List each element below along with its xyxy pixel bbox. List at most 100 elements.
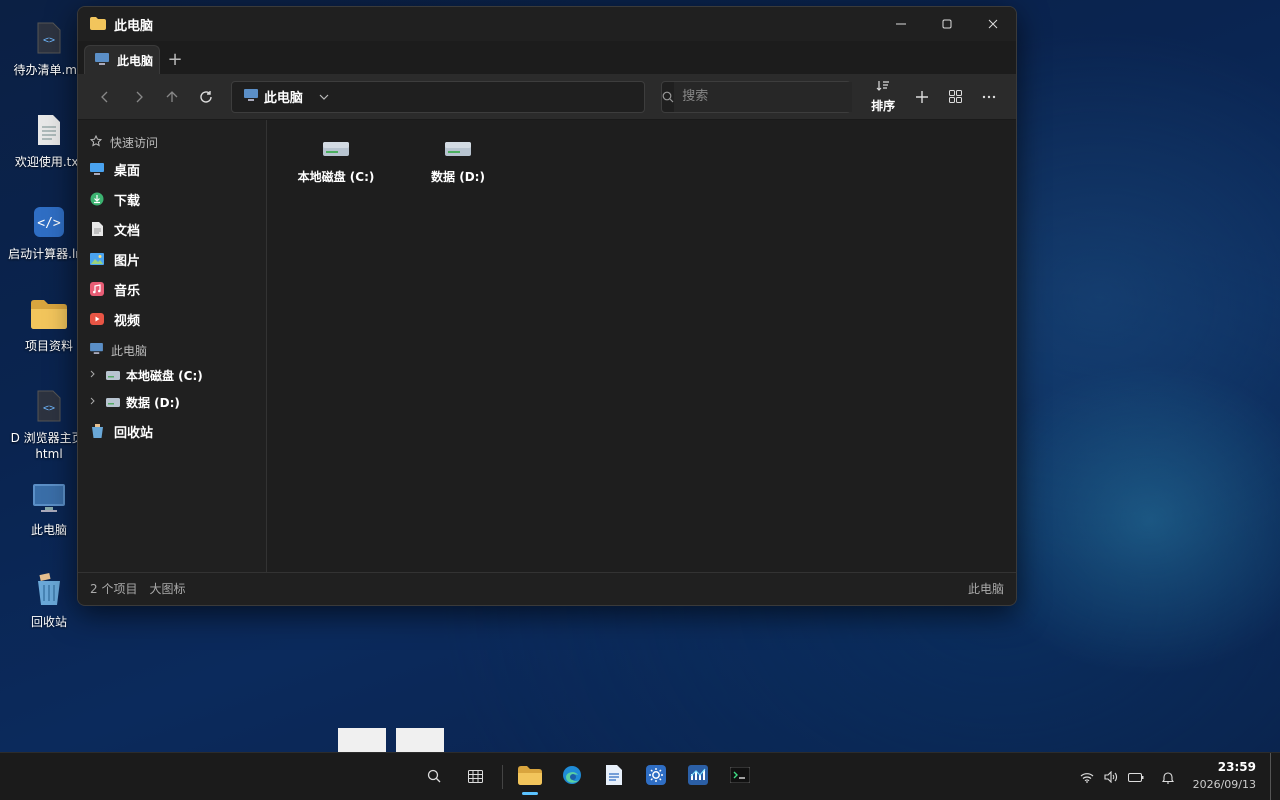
chevron-down-icon[interactable] bbox=[319, 90, 329, 103]
search-icon bbox=[427, 768, 441, 787]
window-title: 此电脑 bbox=[114, 18, 154, 34]
sort-icon bbox=[876, 80, 890, 95]
this-pc-header[interactable]: 此电脑 bbox=[78, 338, 266, 362]
sidebar-item-downloads[interactable]: 下载 bbox=[78, 184, 266, 214]
sidebar-item-label: 下载 bbox=[114, 193, 141, 209]
search-icon bbox=[662, 91, 674, 103]
file-explorer-window: 此电脑 此电脑 + 此电脑 搜索 排序 快速访问 桌面 下载 文档 图片 音乐 … bbox=[77, 6, 1017, 606]
search-box[interactable] bbox=[661, 80, 853, 113]
taskbar-edge[interactable] bbox=[556, 761, 588, 793]
folder-icon bbox=[90, 15, 106, 34]
title-bar[interactable]: 此电脑 bbox=[78, 7, 1016, 41]
svg-text:<>: <> bbox=[43, 403, 55, 414]
volume-icon[interactable] bbox=[1104, 753, 1118, 800]
view-mode: 大图标 bbox=[149, 582, 186, 596]
sidebar-item-label: 文档 bbox=[114, 223, 141, 239]
taskbar: 23:59 2026/09/13 bbox=[0, 752, 1280, 800]
maximize-button[interactable] bbox=[924, 7, 970, 41]
close-button[interactable] bbox=[970, 7, 1016, 41]
system-clock[interactable]: 23:59 2026/09/13 bbox=[1186, 759, 1256, 793]
tab-this-pc[interactable]: 此电脑 bbox=[84, 45, 160, 74]
download-icon bbox=[90, 192, 104, 206]
more-options-button[interactable] bbox=[972, 80, 1006, 114]
document-icon bbox=[90, 222, 104, 236]
quick-access-label: 快速访问 bbox=[110, 135, 159, 150]
file-list-area[interactable]: 本地磁盘 (C:) 数据 (D:) bbox=[267, 120, 1016, 572]
notification-bell-icon[interactable] bbox=[1162, 753, 1174, 800]
show-desktop-button[interactable] bbox=[1270, 753, 1280, 800]
item-count: 2 个项目 bbox=[90, 582, 138, 596]
sidebar-item-videos[interactable]: 视频 bbox=[78, 304, 266, 334]
folder-icon bbox=[29, 294, 69, 334]
drive-icon bbox=[106, 369, 120, 383]
sidebar-item-music[interactable]: 音乐 bbox=[78, 274, 266, 304]
status-bar: 2 个项目 大图标 此电脑 bbox=[78, 572, 1016, 604]
code-file-icon: <> bbox=[29, 386, 69, 426]
code-file-icon: <> bbox=[29, 18, 69, 58]
address-text: 此电脑 bbox=[263, 91, 303, 106]
text-file-icon bbox=[29, 110, 69, 150]
sidebar-item-label: 回收站 bbox=[114, 425, 154, 441]
drive-label: 数据 (D:) bbox=[431, 170, 485, 184]
status-location: 此电脑 bbox=[967, 582, 1004, 596]
active-indicator bbox=[522, 792, 538, 795]
sidebar-drive-label: 本地磁盘 (C:) bbox=[126, 369, 203, 383]
drive-icon bbox=[444, 140, 472, 162]
video-icon bbox=[90, 312, 104, 326]
sort-label: 排序 bbox=[871, 98, 896, 113]
sidebar-drive-d[interactable]: 数据 (D:) bbox=[78, 389, 266, 416]
sidebar-item-label: 桌面 bbox=[114, 163, 141, 179]
sidebar-item-desktop[interactable]: 桌面 bbox=[78, 154, 266, 184]
chevron-right-icon[interactable] bbox=[90, 370, 100, 381]
taskbar-settings[interactable] bbox=[640, 761, 672, 793]
drive-icon bbox=[322, 140, 350, 162]
new-item-button[interactable] bbox=[905, 80, 939, 114]
view-layout-button[interactable] bbox=[939, 80, 973, 114]
taskbar-divider bbox=[502, 765, 503, 789]
battery-icon[interactable] bbox=[1128, 753, 1144, 800]
code-shortcut-icon: </> bbox=[29, 202, 69, 242]
drive-tile-d[interactable]: 数据 (D:) bbox=[403, 140, 513, 185]
sidebar-item-documents[interactable]: 文档 bbox=[78, 214, 266, 244]
navigation-pane: 快速访问 桌面 下载 文档 图片 音乐 视频 此电脑 本地磁盘 (C:) 数据 … bbox=[78, 120, 267, 572]
svg-text:<>: <> bbox=[43, 35, 55, 46]
forward-button[interactable] bbox=[122, 80, 156, 114]
back-button[interactable] bbox=[88, 80, 122, 114]
taskbar-notepad[interactable] bbox=[598, 761, 630, 793]
recycle-bin-icon bbox=[90, 424, 104, 438]
refresh-button[interactable] bbox=[189, 80, 223, 114]
chart-app-icon bbox=[688, 765, 708, 789]
picture-icon bbox=[90, 252, 104, 266]
minimize-button[interactable] bbox=[878, 7, 924, 41]
taskbar-terminal[interactable] bbox=[724, 761, 756, 793]
sort-button[interactable]: 排序 bbox=[861, 80, 905, 114]
sidebar-drive-c[interactable]: 本地磁盘 (C:) bbox=[78, 362, 266, 389]
terminal-icon bbox=[729, 766, 751, 787]
folder-icon bbox=[518, 765, 542, 789]
music-icon bbox=[90, 282, 104, 296]
desktop-icon bbox=[90, 162, 104, 176]
search-input[interactable] bbox=[674, 81, 853, 112]
clock-date: 2026/09/13 bbox=[1192, 778, 1256, 791]
new-tab-button[interactable]: + bbox=[160, 45, 190, 74]
address-bar[interactable]: 此电脑 bbox=[230, 80, 646, 113]
this-pc-label: 此电脑 bbox=[111, 343, 148, 358]
search-button[interactable] bbox=[418, 761, 450, 793]
taskbar-task-manager[interactable] bbox=[682, 761, 714, 793]
desktop-icon-label: 回收站 bbox=[30, 615, 67, 629]
taskbar-file-explorer[interactable] bbox=[514, 761, 546, 795]
drive-label: 本地磁盘 (C:) bbox=[297, 170, 375, 184]
sidebar-item-pictures[interactable]: 图片 bbox=[78, 244, 266, 274]
quick-access-header[interactable]: 快速访问 bbox=[78, 130, 266, 154]
clock-time: 23:59 bbox=[1217, 760, 1256, 774]
sidebar-item-recycle-bin[interactable]: 回收站 bbox=[78, 416, 266, 446]
tab-label: 此电脑 bbox=[117, 53, 154, 68]
monitor-icon bbox=[29, 478, 69, 518]
up-button[interactable] bbox=[155, 80, 189, 114]
wifi-icon[interactable] bbox=[1080, 753, 1094, 800]
drive-tile-c[interactable]: 本地磁盘 (C:) bbox=[281, 140, 391, 185]
chevron-right-icon[interactable] bbox=[90, 397, 100, 408]
edge-browser-icon bbox=[562, 765, 582, 789]
task-view-button[interactable] bbox=[459, 761, 491, 793]
star-icon bbox=[89, 134, 103, 150]
